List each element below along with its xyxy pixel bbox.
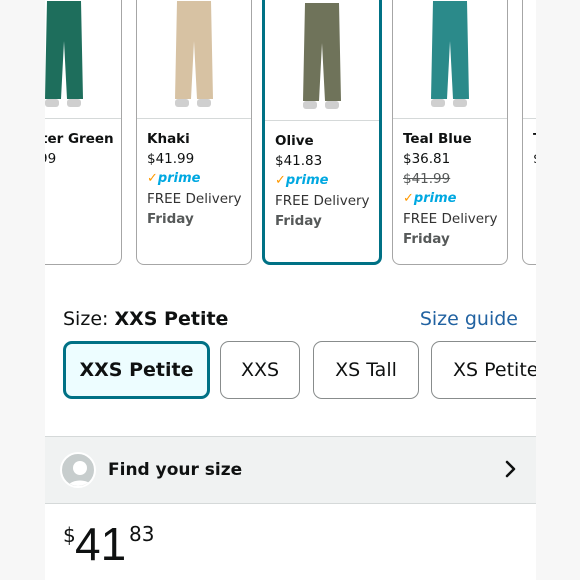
delivery-day: Friday	[403, 231, 450, 247]
delivery-text: FREE Delivery	[147, 191, 242, 207]
swatch-old-price: $41.99	[403, 171, 451, 187]
size-option-xxs-petite[interactable]: XXS Petite	[63, 341, 210, 399]
delivery-text: FREE Delivery	[275, 193, 370, 209]
selected-size-value: XXS Petite	[114, 308, 229, 330]
swatch-name: Khaki	[147, 131, 190, 147]
delivery-text: FREE Delivery	[403, 211, 498, 227]
size-option-xxs[interactable]: XXS	[220, 341, 300, 399]
swatch-name: Olive	[275, 133, 314, 149]
price-whole: 41	[75, 518, 127, 570]
price-currency-symbol: $	[63, 523, 76, 547]
avatar-icon	[60, 452, 96, 488]
prime-badge: ✓prime	[147, 171, 201, 186]
swatch-name: Teal Blue	[403, 131, 472, 147]
pants-image	[431, 1, 469, 107]
size-guide-link[interactable]: Size guide	[420, 308, 518, 330]
right-margin	[536, 0, 580, 580]
swatch-price: 99	[45, 151, 57, 167]
price-fraction: 83	[129, 522, 155, 546]
swatch-image	[137, 0, 251, 119]
prime-check-icon: ✓	[275, 173, 286, 188]
pants-image	[175, 1, 213, 107]
pants-image	[303, 3, 341, 109]
swatch-khaki[interactable]: Khaki $41.99 ✓prime FREE Delivery Friday	[136, 0, 252, 265]
swatch-price: $36.81	[403, 151, 451, 167]
swatch-next[interactable]: T $	[522, 0, 536, 265]
swatch-hunter-green[interactable]: ter Green 99	[45, 0, 122, 265]
color-swatch-carousel: ter Green 99 Khaki $41.99 ✓prime FREE De…	[45, 0, 536, 275]
swatch-olive[interactable]: Olive $41.83 ✓prime FREE Delivery Friday	[262, 0, 382, 265]
swatch-image	[393, 0, 507, 119]
swatch-price: $41.99	[147, 151, 195, 167]
swatch-name: T	[533, 129, 536, 149]
size-label: Size: XXS Petite	[63, 308, 229, 330]
chevron-right-icon	[505, 460, 516, 478]
left-margin	[0, 0, 45, 580]
find-your-size-row[interactable]: Find your size	[45, 436, 536, 504]
swatch-image	[45, 0, 121, 119]
size-option-xs-petite[interactable]: XS Petite	[431, 341, 536, 399]
pants-image	[45, 1, 83, 107]
prime-check-icon: ✓	[403, 191, 414, 206]
swatch-price: $41.83	[275, 153, 323, 169]
swatch-name: ter Green	[45, 131, 114, 147]
delivery-day: Friday	[275, 213, 322, 229]
swatch-teal-blue[interactable]: Teal Blue $36.81 $41.99 ✓prime FREE Deli…	[392, 0, 508, 265]
size-header: Size: XXS Petite Size guide	[63, 308, 518, 336]
prime-badge: ✓prime	[403, 191, 457, 206]
delivery-day: Friday	[147, 211, 194, 227]
swatch-image	[265, 0, 379, 121]
prime-badge: ✓prime	[275, 173, 329, 188]
find-your-size-label: Find your size	[108, 460, 243, 480]
product-page: ter Green 99 Khaki $41.99 ✓prime FREE De…	[45, 0, 536, 580]
swatch-image	[523, 0, 536, 119]
size-option-xs-tall[interactable]: XS Tall	[313, 341, 419, 399]
prime-check-icon: ✓	[147, 171, 158, 186]
swatch-price: $	[533, 149, 536, 169]
